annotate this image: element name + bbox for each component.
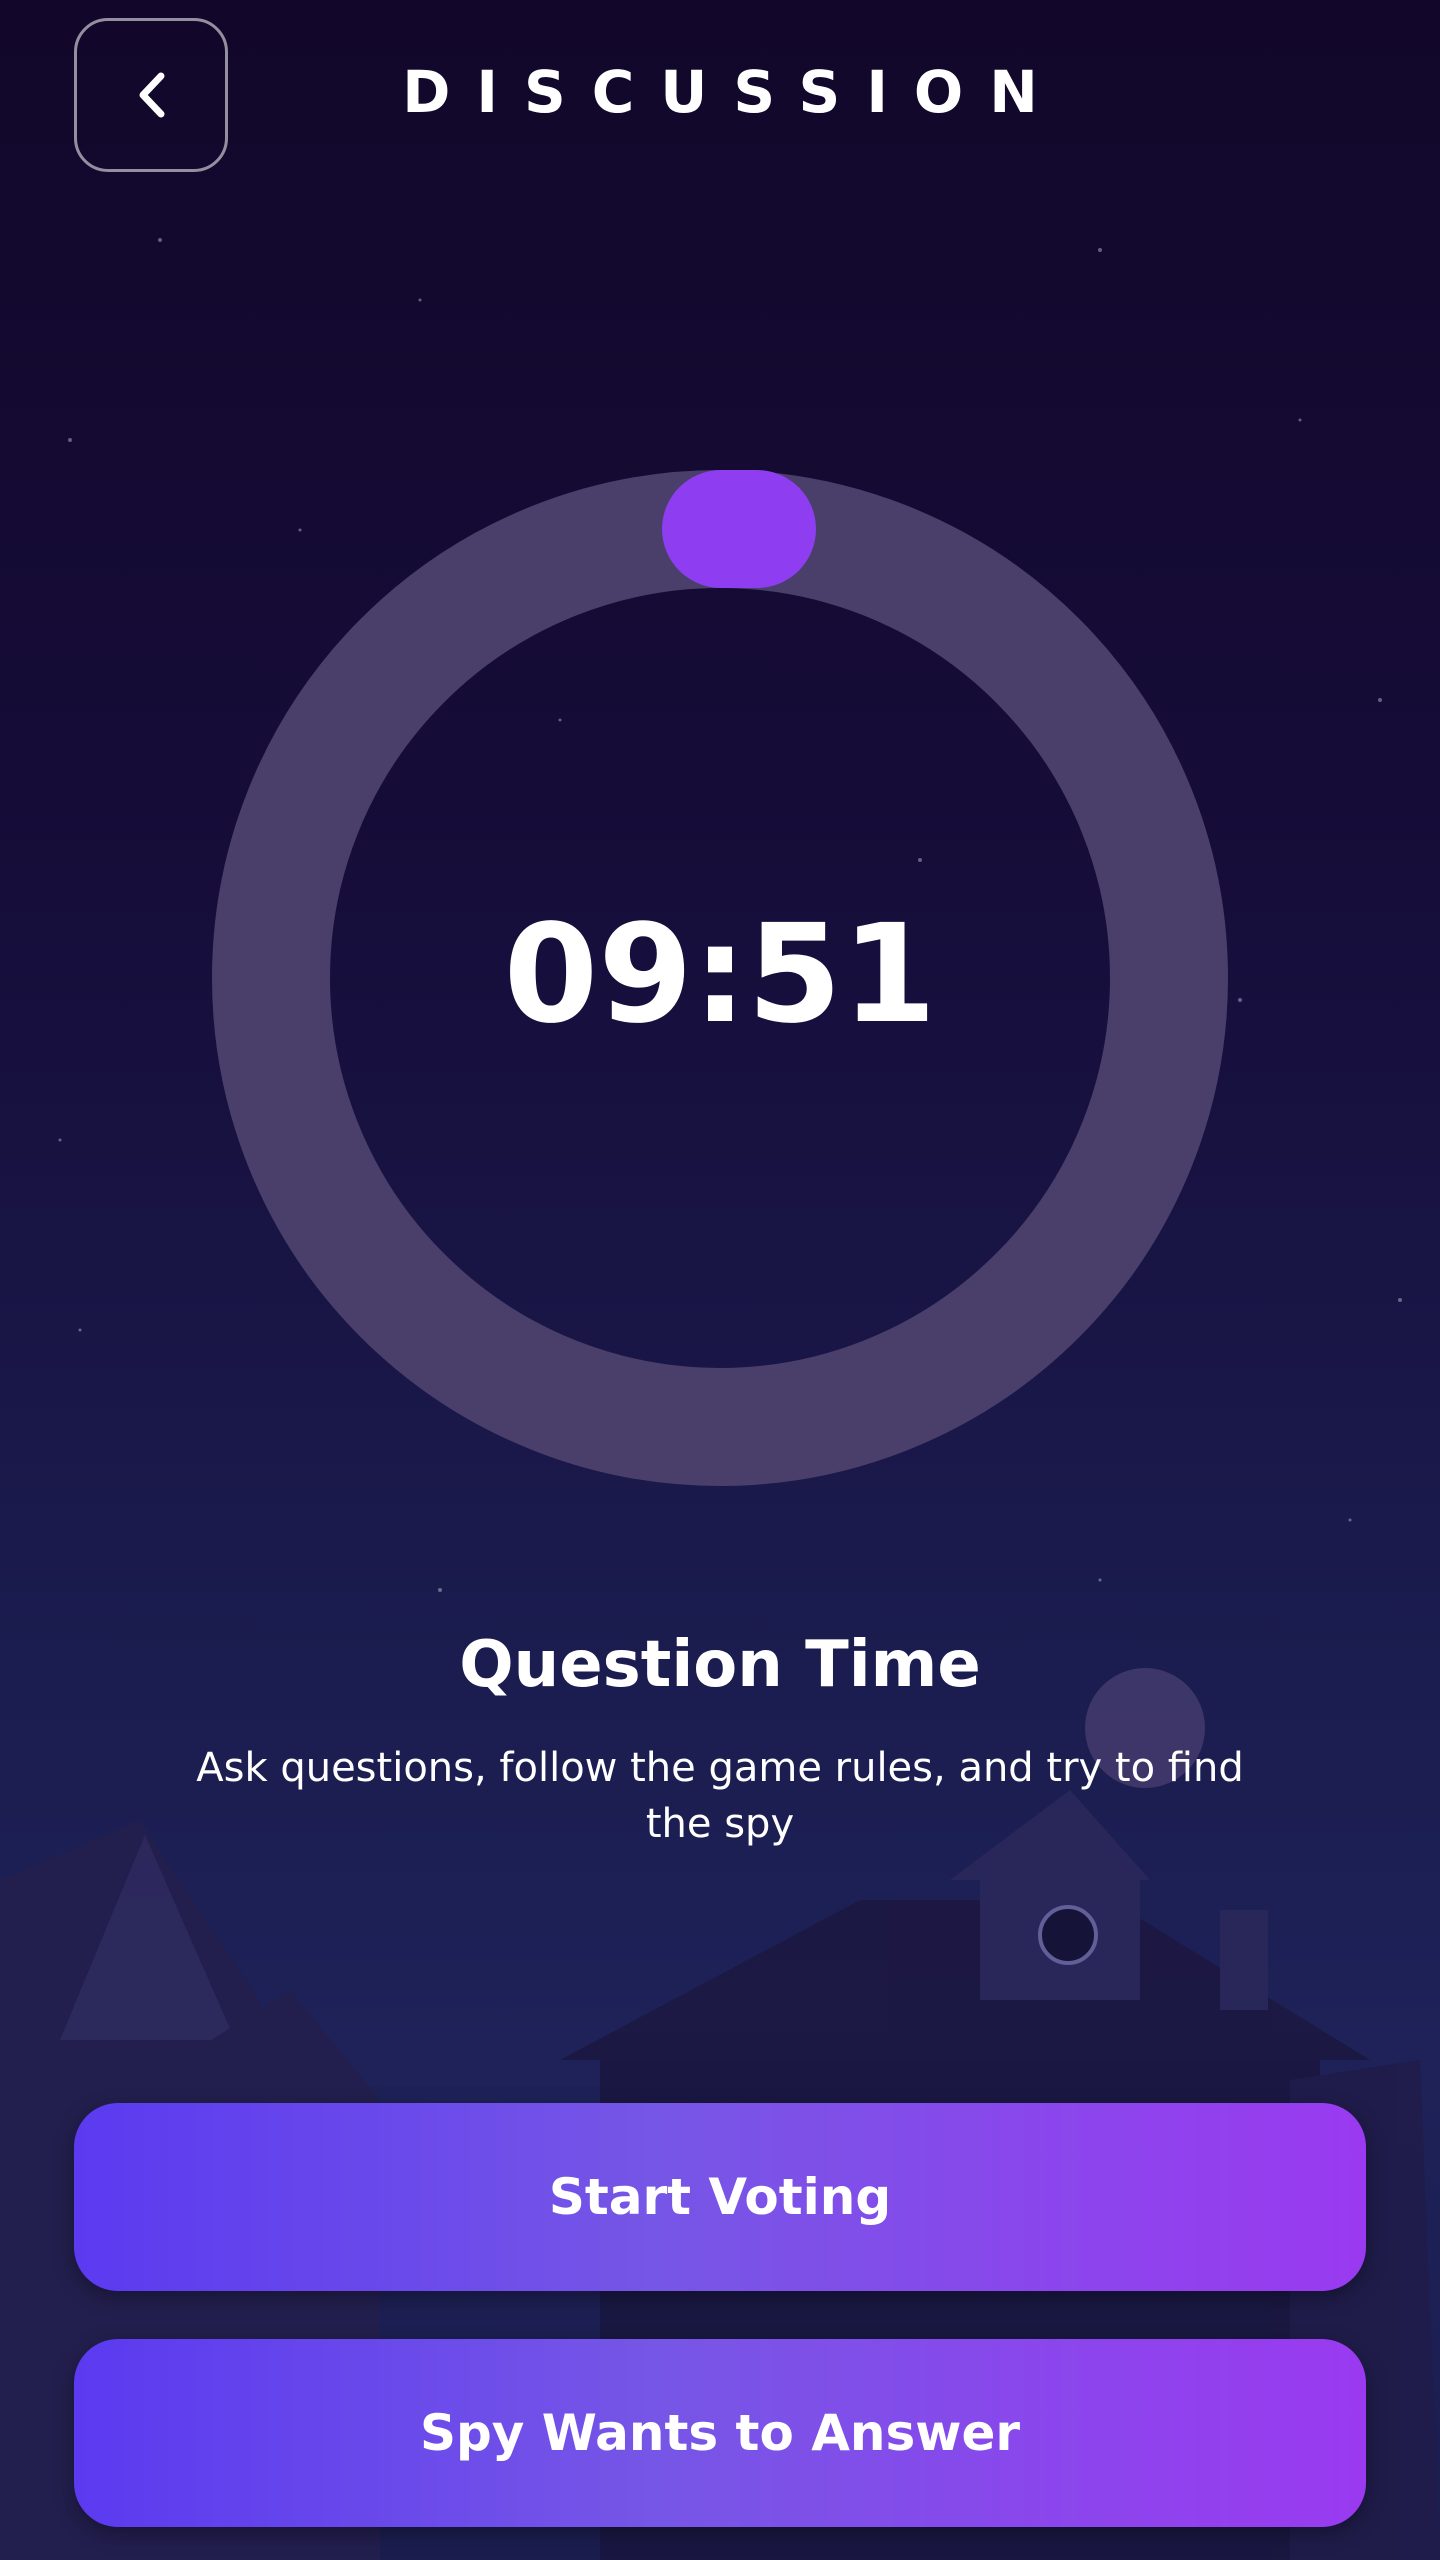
section-heading: Question Time — [459, 1628, 981, 1702]
timer-progress-knob — [662, 470, 816, 588]
section-description: Ask questions, follow the game rules, an… — [196, 1745, 1244, 1847]
spy-wants-to-answer-button[interactable]: Spy Wants to Answer — [74, 2339, 1366, 2527]
timer-ring — [212, 470, 1228, 1486]
timer-countdown: 09:51 — [503, 896, 937, 1054]
start-voting-button[interactable]: Start Voting — [74, 2103, 1366, 2291]
